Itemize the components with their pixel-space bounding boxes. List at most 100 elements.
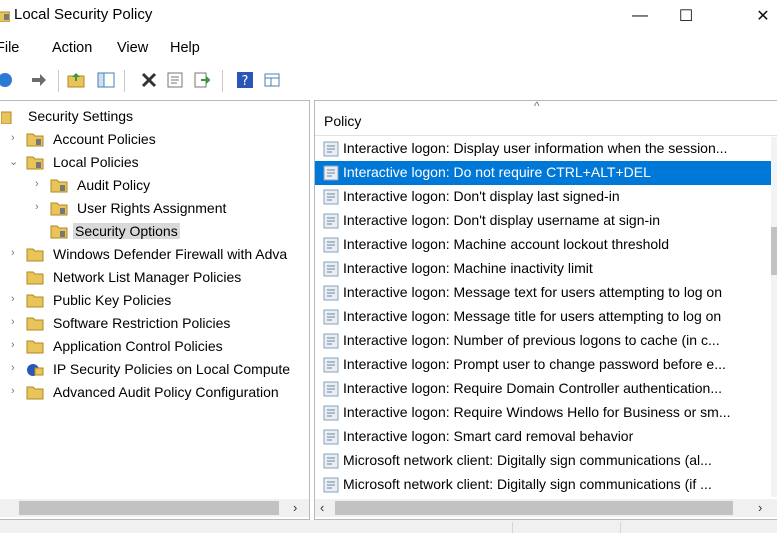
policy-row[interactable]: Interactive logon: Require Domain Contro… xyxy=(315,377,771,401)
policy-row[interactable]: Interactive logon: Number of previous lo… xyxy=(315,329,771,353)
window-title: Local Security Policy xyxy=(14,6,153,23)
policy-setting-icon xyxy=(323,333,339,349)
menu-file[interactable]: File xyxy=(0,40,19,56)
policy-name: Interactive logon: Require Domain Contro… xyxy=(343,380,722,396)
policy-row[interactable]: Interactive logon: Don't display last si… xyxy=(315,185,771,209)
folder-icon xyxy=(26,340,44,354)
policy-row[interactable]: Interactive logon: Machine inactivity li… xyxy=(315,257,771,281)
policy-setting-icon xyxy=(323,381,339,397)
expand-arrow-icon[interactable]: › xyxy=(35,178,45,192)
tree-label: Public Key Policies xyxy=(53,292,172,308)
security-settings-icon xyxy=(1,111,12,124)
policy-name: Interactive logon: Machine account locko… xyxy=(343,236,670,252)
back-icon[interactable] xyxy=(0,71,14,89)
policy-row[interactable]: Interactive logon: Prompt user to change… xyxy=(315,353,771,377)
tree-label: Audit Policy xyxy=(77,177,151,193)
policy-row[interactable]: Microsoft network client: Digitally sign… xyxy=(315,473,771,497)
menu-bar: File Action View Help xyxy=(0,36,777,60)
policy-name: Interactive logon: Require Windows Hello… xyxy=(343,404,731,420)
collapse-arrow-icon[interactable]: ⌄ xyxy=(9,155,19,169)
close-button[interactable]: ✕ xyxy=(740,0,777,32)
policy-setting-icon xyxy=(323,165,339,181)
menu-action[interactable]: Action xyxy=(52,40,92,56)
help-icon[interactable]: ? xyxy=(236,71,254,89)
tree-label: Windows Defender Firewall with Adva xyxy=(53,246,288,262)
properties-icon[interactable] xyxy=(166,71,184,89)
policy-name: Microsoft network client: Digitally sign… xyxy=(343,476,712,492)
policy-name: Interactive logon: Machine inactivity li… xyxy=(343,260,593,276)
column-header-policy[interactable]: ^ Policy xyxy=(315,101,777,136)
folder-icon xyxy=(26,248,44,262)
list-horizontal-scrollbar[interactable]: ‹ › xyxy=(315,499,777,517)
policy-list-pane[interactable]: ^ Policy Interactive logon: Display user… xyxy=(314,100,777,520)
scrollbar-thumb[interactable] xyxy=(335,501,733,515)
expand-arrow-icon[interactable]: › xyxy=(11,316,21,330)
folder-icon xyxy=(26,386,44,400)
minimize-button[interactable]: — xyxy=(617,0,663,32)
menu-view[interactable]: View xyxy=(117,40,148,56)
tree-label: Advanced Audit Policy Configuration xyxy=(53,384,279,400)
delete-icon[interactable] xyxy=(140,71,158,89)
policy-name: Interactive logon: Don't display usernam… xyxy=(343,212,661,228)
policy-row[interactable]: Interactive logon: Message text for user… xyxy=(315,281,771,305)
policy-setting-icon xyxy=(323,237,339,253)
scroll-right-arrow-icon[interactable]: › xyxy=(758,500,762,515)
policy-row[interactable]: Interactive logon: Machine account locko… xyxy=(315,233,771,257)
policy-name: Interactive logon: Do not require CTRL+A… xyxy=(343,164,651,180)
scrollbar-thumb[interactable] xyxy=(771,227,777,275)
scrollbar-thumb[interactable] xyxy=(19,501,279,515)
policy-setting-icon xyxy=(323,213,339,229)
toolbar-separator xyxy=(58,70,59,92)
forward-icon[interactable] xyxy=(30,71,48,89)
expand-arrow-icon[interactable]: › xyxy=(11,362,21,376)
policy-row[interactable]: Interactive logon: Do not require CTRL+A… xyxy=(315,161,771,185)
policy-row[interactable]: Interactive logon: Display user informat… xyxy=(315,137,771,161)
tree-label: Security Options xyxy=(73,223,180,239)
expand-arrow-icon[interactable]: › xyxy=(11,293,21,307)
policy-name: Interactive logon: Message title for use… xyxy=(343,308,722,324)
policy-name: Microsoft network client: Digitally sign… xyxy=(343,452,712,468)
expand-arrow-icon[interactable]: › xyxy=(11,132,21,146)
policy-row[interactable]: Interactive logon: Smart card removal be… xyxy=(315,425,771,449)
policy-setting-icon xyxy=(323,309,339,325)
policy-row[interactable]: Interactive logon: Message title for use… xyxy=(315,305,771,329)
status-divider xyxy=(620,522,621,533)
tree-label: User Rights Assignment xyxy=(77,200,227,216)
policy-setting-icon xyxy=(323,261,339,277)
policy-setting-icon xyxy=(323,429,339,445)
toolbar-separator xyxy=(222,70,223,92)
tree-label: IP Security Policies on Local Compute xyxy=(53,361,291,377)
policy-name: Interactive logon: Number of previous lo… xyxy=(343,332,720,348)
menu-help[interactable]: Help xyxy=(170,40,200,56)
scroll-right-arrow-icon[interactable]: › xyxy=(293,500,297,515)
policy-folder-icon xyxy=(50,202,68,216)
status-bar xyxy=(0,520,777,533)
list-vertical-scrollbar[interactable] xyxy=(771,137,777,497)
tree-horizontal-scrollbar[interactable]: › xyxy=(0,499,309,517)
up-folder-icon[interactable] xyxy=(67,71,85,89)
policy-setting-icon xyxy=(323,405,339,421)
security-policy-app-icon xyxy=(0,11,10,22)
policy-row[interactable]: Microsoft network client: Digitally sign… xyxy=(315,449,771,473)
expand-arrow-icon[interactable]: › xyxy=(35,201,45,215)
status-divider xyxy=(512,522,513,533)
expand-arrow-icon[interactable]: › xyxy=(11,339,21,353)
title-bar[interactable]: Local Security Policy — ☐ ✕ xyxy=(0,0,777,32)
svg-text:?: ? xyxy=(242,74,249,89)
policy-setting-icon xyxy=(323,357,339,373)
tree-pane[interactable]: Security Settings › Account Policies ⌄ L… xyxy=(0,100,310,520)
ip-security-icon xyxy=(27,364,44,376)
tree-label: Security Settings xyxy=(28,108,134,124)
view-icon[interactable] xyxy=(263,71,281,89)
policy-setting-icon xyxy=(323,285,339,301)
policy-name: Interactive logon: Prompt user to change… xyxy=(343,356,726,372)
expand-arrow-icon[interactable]: › xyxy=(11,247,21,261)
show-hide-tree-icon[interactable] xyxy=(97,71,115,89)
scroll-left-arrow-icon[interactable]: ‹ xyxy=(320,500,324,515)
maximize-button[interactable]: ☐ xyxy=(663,0,709,32)
policy-row[interactable]: Interactive logon: Don't display usernam… xyxy=(315,209,771,233)
policy-folder-open-icon xyxy=(26,156,44,170)
expand-arrow-icon[interactable]: › xyxy=(11,385,21,399)
policy-row[interactable]: Interactive logon: Require Windows Hello… xyxy=(315,401,771,425)
export-list-icon[interactable] xyxy=(193,71,211,89)
